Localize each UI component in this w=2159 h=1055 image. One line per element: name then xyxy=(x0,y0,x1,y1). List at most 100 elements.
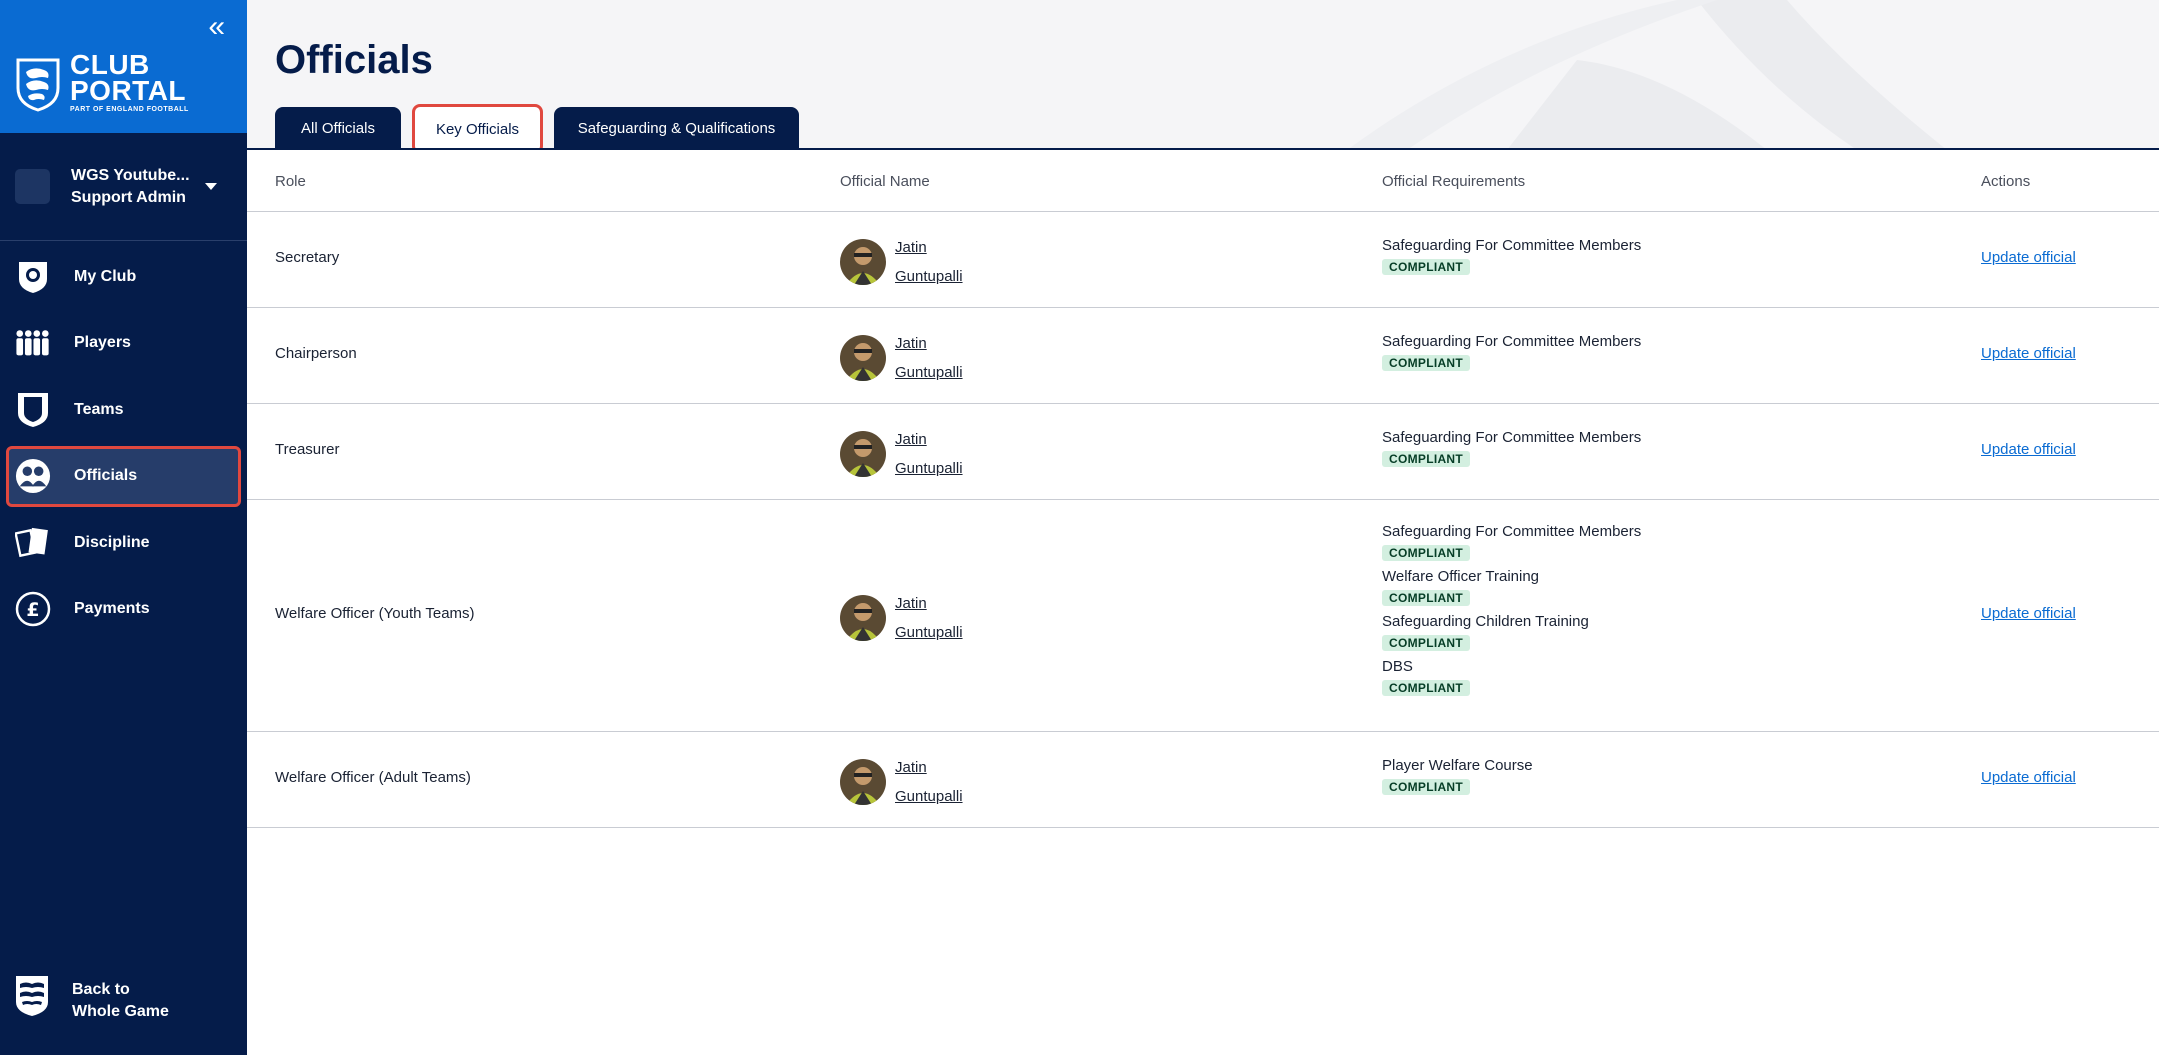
sidebar-item-discipline[interactable]: Discipline xyxy=(6,512,241,573)
update-official-link[interactable]: Update official xyxy=(1981,769,2076,786)
requirements-cell: Safeguarding For Committee Members COMPL… xyxy=(1382,522,1641,702)
update-official-link[interactable]: Update official xyxy=(1981,605,2076,622)
official-last-name: Guntupalli xyxy=(895,460,963,477)
official-last-name: Guntupalli xyxy=(895,788,963,805)
sidebar: « CLUB PORTAL PART OF ENGLAND FOOTBALL W… xyxy=(0,0,247,1055)
requirement-name: Safeguarding Children Training xyxy=(1382,613,1589,630)
official-name-cell: Jatin Guntupalli xyxy=(840,425,963,483)
fa-crest-icon xyxy=(16,976,48,1016)
table-row: Chairperson Jatin Guntupalli Safeguardin… xyxy=(247,308,2159,404)
requirement-item: DBS COMPLIANT xyxy=(1382,657,1641,702)
pound-icon: £ xyxy=(15,591,51,627)
update-official-link[interactable]: Update official xyxy=(1981,345,2076,362)
table-row: Treasurer Jatin Guntupalli Safeguarding … xyxy=(247,404,2159,500)
official-name-cell: Jatin Guntupalli xyxy=(840,753,963,811)
requirement-name: Safeguarding For Committee Members xyxy=(1382,429,1642,446)
sidebar-item-label: Payments xyxy=(74,600,150,617)
column-header-official-name: Official Name xyxy=(840,173,930,190)
avatar xyxy=(840,431,886,477)
collapse-sidebar-icon[interactable]: « xyxy=(208,12,225,42)
tab-safeguarding-qualifications[interactable]: Safeguarding & Qualifications xyxy=(554,107,799,148)
sidebar-header: « CLUB PORTAL PART OF ENGLAND FOOTBALL xyxy=(0,0,247,133)
requirement-name: Welfare Officer Training xyxy=(1382,568,1540,585)
requirements-cell: Player Welfare Course COMPLIANT xyxy=(1382,756,1533,801)
status-badge: COMPLIANT xyxy=(1382,355,1471,371)
sidebar-item-my-club[interactable]: My Club xyxy=(6,246,241,307)
official-name-link[interactable]: Jatin Guntupalli xyxy=(895,753,963,811)
official-name-cell: Jatin Guntupalli xyxy=(840,329,963,387)
requirement-item: Player Welfare Course COMPLIANT xyxy=(1382,756,1533,801)
tab-label: Safeguarding & Qualifications xyxy=(577,120,776,137)
sidebar-item-officials[interactable]: Officials xyxy=(6,445,241,507)
table-row: Secretary Jatin Guntupalli Safeguarding … xyxy=(247,212,2159,308)
svg-text:£: £ xyxy=(26,599,39,621)
club-portal-logo[interactable]: CLUB PORTAL PART OF ENGLAND FOOTBALL xyxy=(14,51,189,113)
sidebar-item-players[interactable]: Players xyxy=(6,313,241,374)
sidebar-item-label: Officials xyxy=(74,467,138,484)
avatar xyxy=(840,595,886,641)
status-badge: COMPLIANT xyxy=(1382,635,1471,651)
requirement-item: Safeguarding For Committee Members COMPL… xyxy=(1382,236,1641,281)
official-last-name: Guntupalli xyxy=(895,624,963,641)
sidebar-item-label: Teams xyxy=(74,400,124,418)
sidebar-item-teams[interactable]: Teams xyxy=(6,379,241,440)
requirement-name: Safeguarding For Committee Members xyxy=(1382,523,1642,540)
tab-label: Key Officials xyxy=(435,120,520,138)
sidebar-item-label: My Club xyxy=(74,267,137,285)
update-official-link[interactable]: Update official xyxy=(1981,441,2076,458)
tab-all-officials[interactable]: All Officials xyxy=(275,107,401,148)
chevron-down-icon[interactable] xyxy=(205,183,217,190)
requirement-item: Safeguarding For Committee Members COMPL… xyxy=(1382,428,1641,473)
requirement-name: DBS xyxy=(1382,658,1413,675)
table-row: Welfare Officer (Adult Teams) Jatin Gunt… xyxy=(247,732,2159,828)
official-name-link[interactable]: Jatin Guntupalli xyxy=(895,589,963,647)
table-header: Role Official Name Official Requirements… xyxy=(247,152,2159,212)
official-name-link[interactable]: Jatin Guntupalli xyxy=(895,425,963,483)
shield-icon xyxy=(15,392,51,428)
shield-ball-icon xyxy=(15,259,51,295)
requirement-item: Safeguarding Children Training COMPLIANT xyxy=(1382,612,1641,657)
back-to-whole-game-link[interactable]: Back to Whole Game xyxy=(14,972,182,1030)
role-cell: Secretary xyxy=(275,249,340,266)
officials-icon xyxy=(15,458,51,494)
status-badge: COMPLIANT xyxy=(1382,259,1471,275)
sidebar-item-payments[interactable]: £ Payments xyxy=(6,579,241,640)
players-icon xyxy=(15,325,51,361)
requirement-name: Player Welfare Course xyxy=(1382,757,1533,774)
sidebar-item-label: Players xyxy=(74,334,131,351)
officials-table: Role Official Name Official Requirements… xyxy=(247,152,2159,828)
role-cell: Welfare Officer (Youth Teams) xyxy=(275,605,475,622)
requirement-item: Safeguarding For Committee Members COMPL… xyxy=(1382,332,1641,377)
avatar xyxy=(840,335,886,381)
update-official-link[interactable]: Update official xyxy=(1981,249,2076,266)
cards-icon xyxy=(15,525,51,561)
status-badge: COMPLIANT xyxy=(1382,451,1471,467)
tab-label: All Officials xyxy=(301,120,375,137)
column-header-actions: Actions xyxy=(1981,173,2031,190)
status-badge: COMPLIANT xyxy=(1382,779,1471,795)
club-name: WGS Youtube... xyxy=(71,166,190,184)
status-badge: COMPLIANT xyxy=(1382,680,1471,696)
page-title: Officials xyxy=(275,38,433,82)
role-cell: Welfare Officer (Adult Teams) xyxy=(275,769,471,786)
role-cell: Chairperson xyxy=(275,345,357,362)
requirement-item: Safeguarding For Committee Members COMPL… xyxy=(1382,522,1641,567)
requirement-item: Welfare Officer Training COMPLIANT xyxy=(1382,567,1641,612)
club-role: Support Admin xyxy=(71,188,186,206)
official-name-link[interactable]: Jatin Guntupalli xyxy=(895,233,963,291)
column-header-requirements: Official Requirements xyxy=(1382,173,1526,190)
official-first-name: Jatin xyxy=(895,335,927,352)
column-header-role: Role xyxy=(275,173,306,190)
official-name-link[interactable]: Jatin Guntupalli xyxy=(895,329,963,387)
official-first-name: Jatin xyxy=(895,595,927,612)
requirements-cell: Safeguarding For Committee Members COMPL… xyxy=(1382,428,1641,473)
requirements-cell: Safeguarding For Committee Members COMPL… xyxy=(1382,236,1641,281)
club-switcher[interactable]: WGS Youtube... Support Admin xyxy=(0,133,247,241)
role-cell: Treasurer xyxy=(275,441,340,458)
back-to-whole-game-label: Back to Whole Game xyxy=(72,981,169,1020)
tab-key-officials[interactable]: Key Officials xyxy=(412,104,543,148)
avatar xyxy=(840,759,886,805)
logo-line-2: PORTAL xyxy=(70,75,187,106)
page-header: Officials All Officials Key Officials Sa… xyxy=(247,0,2159,150)
avatar xyxy=(840,239,886,285)
